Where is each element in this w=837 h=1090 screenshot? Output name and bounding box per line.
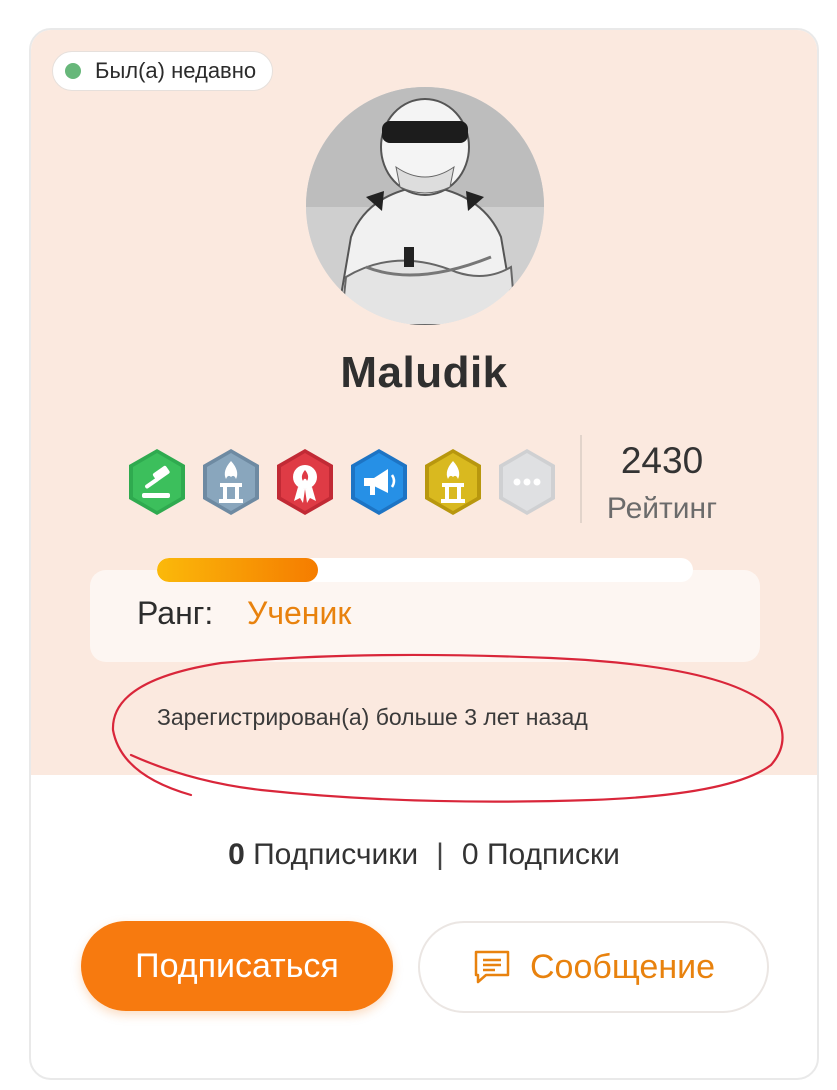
ribbon-award-icon[interactable] [274,447,336,517]
flame-pillar-icon[interactable] [422,447,484,517]
more-icon[interactable] [496,447,558,517]
follow-stats: 0 Подписчики | 0 Подписки [31,838,817,872]
rating-value: 2430 [620,440,704,481]
flame-pillar-icon[interactable] [200,447,262,517]
message-icon [474,950,510,984]
registration-info: Зарегистрирован(а) больше 3 лет назад [157,704,588,730]
following-link[interactable]: 0 Подписки [462,838,620,871]
profile-card: Был(а) недавно Maludik 2430 Рейтинг Ранг… [29,28,819,1080]
megaphone-icon[interactable] [348,447,410,517]
following-label: Подписки [486,838,620,871]
followers-label: Подписчики [253,838,419,871]
username: Maludik [340,348,508,397]
status-text: Был(а) недавно [95,58,257,83]
followers-link[interactable]: 0 Подписчики [228,838,418,871]
rank-value: Ученик [247,595,352,631]
message-label: Сообщение [529,947,716,986]
rating-label: Рейтинг [606,492,718,525]
avatar[interactable] [306,87,544,325]
subscribe-button[interactable]: Подписаться [81,921,393,1011]
status-dot-icon [65,63,81,79]
subscribe-label: Подписаться [135,946,339,985]
rank-progress-fill [157,558,318,582]
racing-driver-avatar-icon [306,87,544,325]
follow-separator: | [436,838,444,871]
rating-divider [580,435,582,523]
following-count: 0 [461,838,479,871]
rank-label: Ранг: [137,595,214,631]
gavel-icon[interactable] [126,447,188,517]
followers-count: 0 [228,838,245,871]
rank-progress-bar [157,558,693,582]
message-button[interactable]: Сообщение [418,921,769,1013]
online-status-badge: Был(а) недавно [52,51,274,91]
